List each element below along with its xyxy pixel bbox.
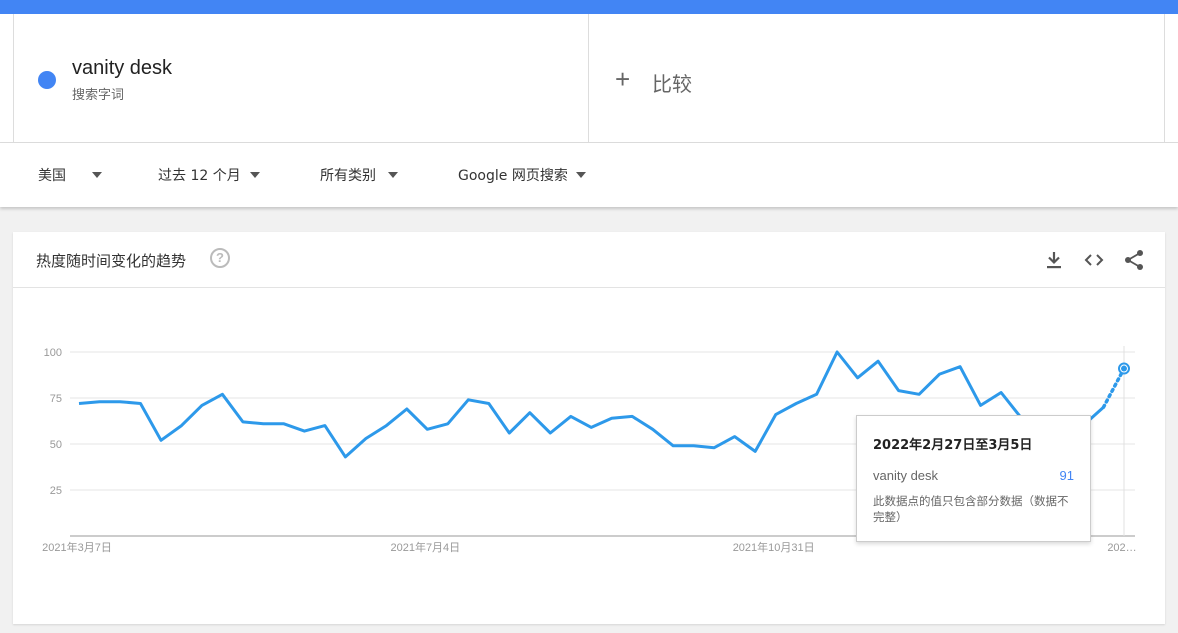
y-tick-label: 25	[50, 485, 62, 497]
data-point-tooltip: 2022年2月27日至3月5日 vanity desk 91 此数据点的值只包含…	[856, 415, 1091, 542]
x-tick-label: 2021年3月7日	[42, 540, 112, 554]
hovered-data-point-core	[1121, 365, 1127, 372]
y-tick-label: 75	[50, 393, 62, 405]
y-tick-label: 50	[50, 439, 62, 451]
tooltip-date: 2022年2月27日至3月5日	[873, 438, 1033, 453]
series-partial-line	[1101, 366, 1126, 409]
tooltip-term: vanity desk	[873, 468, 939, 483]
x-tick-label: 202…	[1107, 542, 1136, 554]
tooltip-value: 91	[1059, 468, 1074, 483]
x-tick-label: 2021年7月4日	[390, 540, 460, 554]
y-tick-label: 100	[44, 347, 62, 359]
tooltip-note: 此数据点的值只包含部分数据（数据不完整）	[873, 494, 1069, 524]
x-tick-label: 2021年10月31日	[733, 540, 815, 554]
